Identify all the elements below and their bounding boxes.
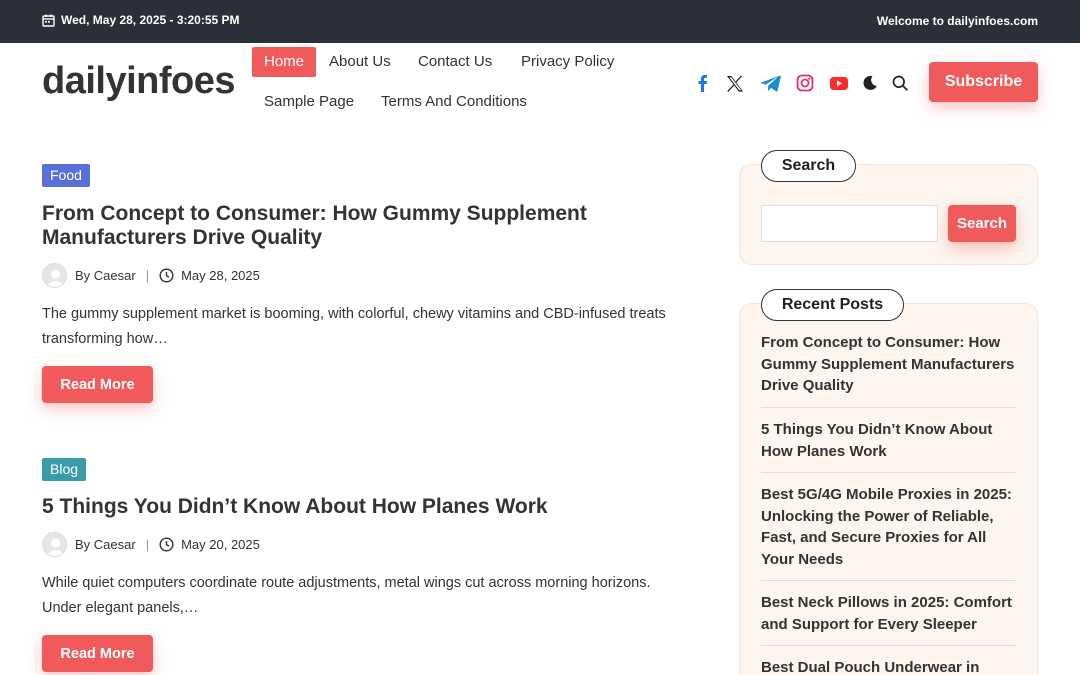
recent-post-link[interactable]: Best Dual Pouch Underwear in 2025: <box>761 657 1016 675</box>
recent-post-link[interactable]: Best Neck Pillows in 2025: Comfort and S… <box>761 592 1016 635</box>
nav-sample-page[interactable]: Sample Page <box>264 87 354 117</box>
recent-divider <box>761 407 1016 408</box>
nav-contact-us[interactable]: Contact Us <box>418 47 492 77</box>
recent-divider <box>761 645 1016 646</box>
recent-post-link[interactable]: 5 Things You Didn’t Know About How Plane… <box>761 419 1016 462</box>
recent-post-link[interactable]: Best 5G/4G Mobile Proxies in 2025: Unloc… <box>761 484 1016 570</box>
x-twitter-icon[interactable] <box>725 72 745 94</box>
category-badge-food[interactable]: Food <box>42 164 90 187</box>
search-icon[interactable] <box>891 72 909 94</box>
recent-posts-title: Recent Posts <box>761 289 904 321</box>
recent-divider <box>761 472 1016 473</box>
post-title[interactable]: From Concept to Consumer: How Gummy Supp… <box>42 202 662 250</box>
date-time-text: Wed, May 28, 2025 - 3:20:55 PM <box>61 13 240 27</box>
facebook-icon[interactable] <box>694 72 710 94</box>
sidebar-search-input[interactable] <box>761 205 938 242</box>
post-meta: By Caesar | May 20, 2025 <box>42 532 260 557</box>
post-title[interactable]: 5 Things You Didn’t Know About How Plane… <box>42 495 662 519</box>
youtube-icon[interactable] <box>829 72 849 94</box>
welcome-text: Welcome to dailyinfoes.com <box>876 14 1038 28</box>
search-widget-title: Search <box>761 150 856 182</box>
recent-divider <box>761 580 1016 581</box>
author-avatar <box>42 263 67 288</box>
nav-terms-and-conditions[interactable]: Terms And Conditions <box>381 87 527 117</box>
post-date[interactable]: May 20, 2025 <box>181 537 260 552</box>
instagram-icon[interactable] <box>795 72 815 94</box>
post-excerpt: While quiet computers coordinate route a… <box>42 575 651 616</box>
sidebar-search-button[interactable]: Search <box>948 205 1016 242</box>
meta-divider: | <box>145 268 150 283</box>
nav-privacy-policy[interactable]: Privacy Policy <box>521 47 614 77</box>
meta-divider: | <box>145 537 150 552</box>
dark-mode-moon-icon[interactable] <box>861 72 879 94</box>
site-logo[interactable]: dailyinfoes <box>42 60 236 103</box>
calendar-icon <box>42 14 55 27</box>
clock-icon <box>159 537 174 552</box>
post-author[interactable]: By Caesar <box>75 537 136 552</box>
read-more-button[interactable]: Read More <box>42 366 153 403</box>
author-avatar <box>42 532 67 557</box>
post-date[interactable]: May 28, 2025 <box>181 268 260 283</box>
nav-home[interactable]: Home <box>252 47 317 77</box>
subscribe-button[interactable]: Subscribe <box>929 62 1038 102</box>
post-excerpt: The gummy supplement market is booming, … <box>42 306 666 347</box>
category-badge-blog[interactable]: Blog <box>42 458 87 481</box>
recent-post-link[interactable]: From Concept to Consumer: How Gummy Supp… <box>761 332 1016 397</box>
date-time: Wed, May 28, 2025 - 3:20:55 PM <box>42 13 240 27</box>
read-more-button[interactable]: Read More <box>42 635 153 672</box>
top-bar: Wed, May 28, 2025 - 3:20:55 PM Welcome t… <box>0 0 1080 43</box>
clock-icon <box>159 268 174 283</box>
telegram-icon[interactable] <box>759 72 781 94</box>
post-meta: By Caesar | May 28, 2025 <box>42 263 260 288</box>
nav-about-us[interactable]: About Us <box>329 47 391 77</box>
post-author[interactable]: By Caesar <box>75 268 136 283</box>
